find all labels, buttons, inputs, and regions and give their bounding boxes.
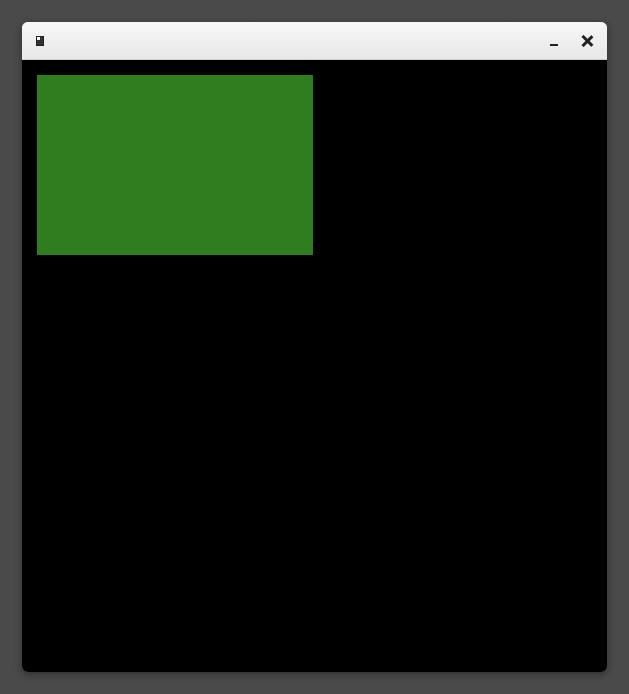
minimize-button[interactable] — [549, 36, 559, 46]
canvas-area — [22, 60, 607, 672]
titlebar-controls — [549, 35, 593, 47]
titlebar[interactable] — [22, 22, 607, 60]
app-icon — [36, 36, 44, 46]
green-rectangle — [37, 75, 313, 255]
titlebar-left — [36, 36, 52, 46]
close-button[interactable] — [581, 35, 593, 47]
application-window — [22, 22, 607, 672]
